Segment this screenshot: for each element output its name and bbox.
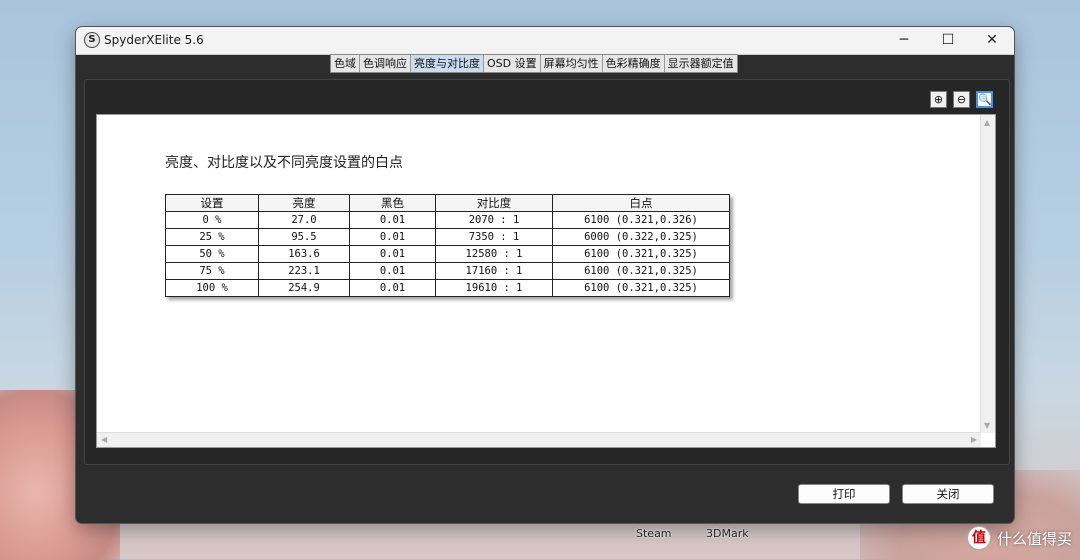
cell-black: 0.01 — [349, 211, 436, 229]
cell-black: 0.01 — [349, 262, 436, 280]
report-title: 亮度、对比度以及不同亮度设置的白点 — [165, 155, 403, 171]
scroll-up-icon[interactable]: ▲ — [984, 118, 990, 127]
col-black: 黑色 — [349, 194, 436, 212]
app-window: S SpyderXElite 5.6 ─ ☐ ✕ 色域 色调响应 亮度与对比度 … — [76, 27, 1014, 523]
watermark: 值 什么值得买 — [966, 525, 1072, 551]
close-window-button[interactable]: ✕ — [970, 27, 1014, 54]
zoom-in-icon[interactable]: ⊕ — [930, 91, 947, 108]
tab-color-accuracy[interactable]: 色彩精确度 — [603, 55, 665, 72]
report-tabs: 色域 色调响应 亮度与对比度 OSD 设置 屏幕均匀性 色彩精确度 显示器额定值 — [330, 54, 738, 73]
maximize-button[interactable]: ☐ — [926, 27, 970, 54]
vertical-scrollbar[interactable]: ▲ ▼ — [980, 115, 995, 433]
cell-brightness: 27.0 — [258, 211, 350, 229]
taskbar-3dmark[interactable]: 3DMark — [706, 527, 749, 540]
cell-brightness: 163.6 — [258, 245, 350, 263]
cell-setting: 50 % — [165, 245, 259, 263]
cell-setting: 25 % — [165, 228, 259, 246]
cell-white-point: 6100 (0.321,0.325) — [552, 245, 730, 263]
tab-display-rating[interactable]: 显示器额定值 — [665, 55, 737, 72]
tab-color-gamut[interactable]: 色域 — [331, 55, 360, 72]
tab-screen-uniformity[interactable]: 屏幕均匀性 — [541, 55, 603, 72]
zoom-fit-icon[interactable]: 🔍 — [976, 91, 993, 108]
title-bar[interactable]: S SpyderXElite 5.6 ─ ☐ ✕ — [76, 27, 1014, 55]
table-row: 0 % 27.0 0.01 2070 : 1 6100 (0.321,0.326… — [165, 211, 730, 229]
app-logo-icon: S — [84, 32, 100, 48]
table-row: 50 % 163.6 0.01 12580 : 1 6100 (0.321,0.… — [165, 245, 730, 263]
close-button[interactable]: 关闭 — [902, 484, 994, 504]
cell-white-point: 6000 (0.322,0.325) — [552, 228, 730, 246]
window-title: SpyderXElite 5.6 — [104, 33, 204, 47]
watermark-text: 什么值得买 — [996, 529, 1072, 548]
col-setting: 设置 — [165, 194, 259, 212]
cell-black: 0.01 — [349, 245, 436, 263]
scroll-down-icon[interactable]: ▼ — [984, 421, 990, 430]
tab-tone-response[interactable]: 色调响应 — [360, 55, 411, 72]
watermark-logo-icon: 值 — [966, 526, 991, 550]
tab-brightness-contrast[interactable]: 亮度与对比度 — [411, 55, 484, 72]
cell-brightness: 95.5 — [258, 228, 350, 246]
zoom-out-icon[interactable]: ⊖ — [953, 91, 970, 108]
cell-setting: 100 % — [165, 279, 259, 297]
minimize-button[interactable]: ─ — [882, 27, 926, 54]
cell-black: 0.01 — [349, 279, 436, 297]
scroll-right-icon[interactable]: ▶ — [971, 435, 977, 444]
print-button[interactable]: 打印 — [798, 484, 890, 504]
table-header-row: 设置 亮度 黑色 对比度 白点 — [165, 194, 730, 212]
report-page: 亮度、对比度以及不同亮度设置的白点 设置 亮度 黑色 对比度 白点 0 % 27… — [96, 114, 996, 448]
cell-contrast: 7350 : 1 — [435, 228, 553, 246]
tab-osd-settings[interactable]: OSD 设置 — [484, 55, 541, 72]
cell-contrast: 17160 : 1 — [435, 262, 553, 280]
col-contrast: 对比度 — [435, 194, 553, 212]
col-white-point: 白点 — [552, 194, 730, 212]
horizontal-scrollbar[interactable]: ◀ ▶ — [97, 432, 981, 447]
table-row: 75 % 223.1 0.01 17160 : 1 6100 (0.321,0.… — [165, 262, 730, 280]
cell-white-point: 6100 (0.321,0.325) — [552, 262, 730, 280]
cell-white-point: 6100 (0.321,0.326) — [552, 211, 730, 229]
cell-setting: 0 % — [165, 211, 259, 229]
cell-contrast: 2070 : 1 — [435, 211, 553, 229]
cell-contrast: 12580 : 1 — [435, 245, 553, 263]
table-row: 25 % 95.5 0.01 7350 : 1 6000 (0.322,0.32… — [165, 228, 730, 246]
col-brightness: 亮度 — [258, 194, 350, 212]
cell-setting: 75 % — [165, 262, 259, 280]
cell-contrast: 19610 : 1 — [435, 279, 553, 297]
cell-white-point: 6100 (0.321,0.325) — [552, 279, 730, 297]
brightness-table: 设置 亮度 黑色 对比度 白点 0 % 27.0 0.01 2070 : 1 6… — [165, 194, 730, 297]
scroll-left-icon[interactable]: ◀ — [101, 435, 107, 444]
report-panel: ⊕ ⊖ 🔍 亮度、对比度以及不同亮度设置的白点 设置 亮度 黑色 对比度 白点 — [84, 79, 1010, 465]
table-row: 100 % 254.9 0.01 19610 : 1 6100 (0.321,0… — [165, 279, 730, 297]
cell-brightness: 223.1 — [258, 262, 350, 280]
cell-brightness: 254.9 — [258, 279, 350, 297]
taskbar-steam[interactable]: Steam — [636, 527, 672, 540]
cell-black: 0.01 — [349, 228, 436, 246]
